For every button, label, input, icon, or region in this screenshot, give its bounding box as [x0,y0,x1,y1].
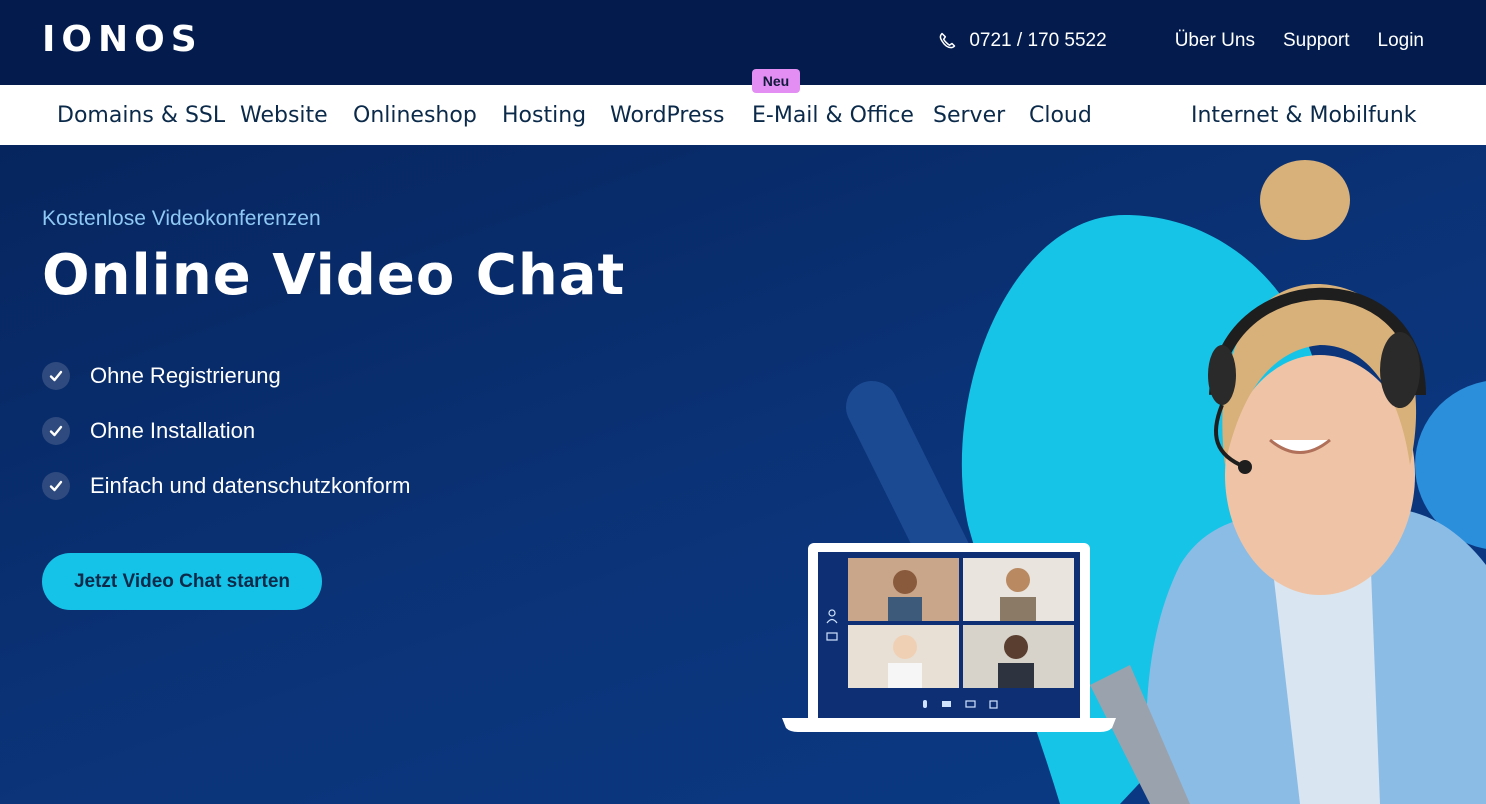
feature-item: Ohne Installation [42,403,410,458]
nav-onlineshop[interactable]: Onlineshop [353,85,477,145]
mic-icon [923,700,927,708]
nav-internet-mobilfunk[interactable]: Internet & Mobilfunk [1191,85,1417,145]
nav-wordpress[interactable]: WordPress [610,85,724,145]
check-icon [42,471,70,500]
feature-text: Ohne Registrierung [90,362,281,388]
nav-website[interactable]: Website [240,85,328,145]
phone-icon [940,32,956,49]
feature-text: Einfach und datenschutzkonform [90,472,411,498]
main-navigation: Domains & SSL Website Onlineshop Hosting… [0,69,1486,145]
feature-item: Ohne Registrierung [42,348,410,403]
start-video-chat-button[interactable]: Jetzt Video Chat starten [42,553,322,610]
laptop-illustration [782,543,1116,732]
phone-link[interactable]: 0721 / 170 5522 [937,30,1107,52]
page-title: Online Video Chat [42,243,626,308]
nav-domains-ssl[interactable]: Domains & SSL [57,85,225,145]
top-bar: IONOS 0721 / 170 5522 Über Uns Support L… [0,0,1486,85]
phone-number: 0721 / 170 5522 [969,30,1107,51]
check-icon [42,416,70,445]
link-login[interactable]: Login [1378,30,1425,52]
nav-email-office[interactable]: E-Mail & Office [752,85,914,145]
top-links: 0721 / 170 5522 Über Uns Support Login [937,30,1424,52]
feature-list: Ohne Registrierung Ohne Installation Ein… [42,348,410,513]
check-icon [42,361,70,390]
nav-hosting[interactable]: Hosting [502,85,586,145]
nav-cloud[interactable]: Cloud [1029,85,1092,145]
link-ueber-uns[interactable]: Über Uns [1175,30,1255,52]
link-support[interactable]: Support [1283,30,1350,52]
hero-section: Kostenlose Videokonferenzen Online Video… [0,145,1486,804]
feature-item: Einfach und datenschutzkonform [42,458,410,513]
hero-eyebrow: Kostenlose Videokonferenzen [42,207,321,230]
nav-server[interactable]: Server [933,85,1005,145]
feature-text: Ohne Installation [90,417,256,443]
ionos-logo[interactable]: IONOS [42,20,203,60]
camera-icon [942,701,951,707]
